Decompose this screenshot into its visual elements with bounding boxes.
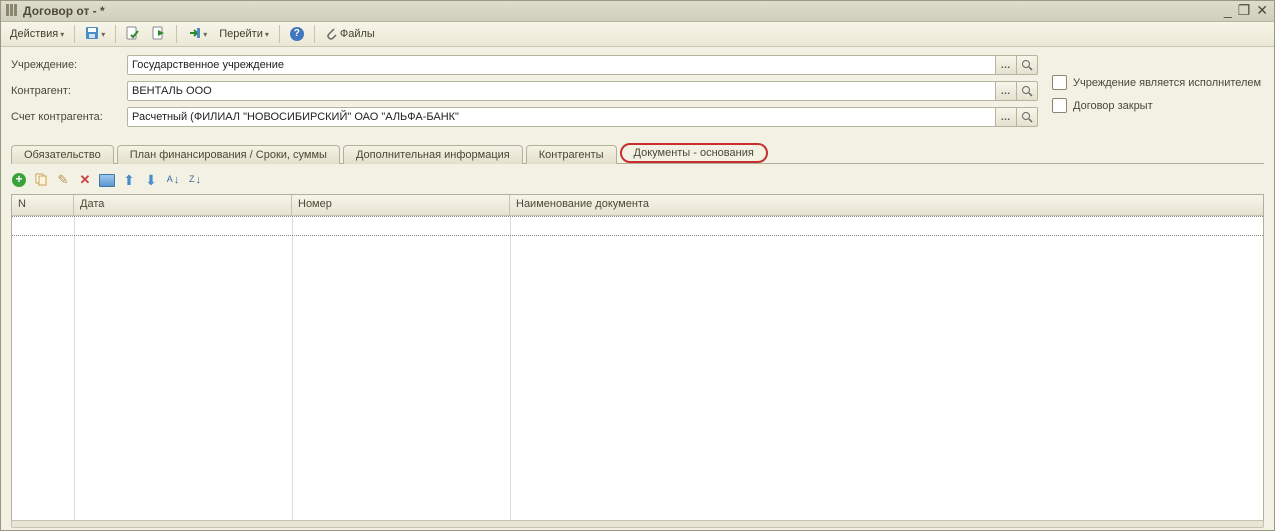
account-select-button[interactable]: …	[996, 107, 1017, 127]
institution-search-button[interactable]	[1017, 55, 1038, 75]
post-button[interactable]	[147, 23, 171, 45]
checkbox-icon	[1052, 75, 1067, 90]
counterparty-input[interactable]: ВЕНТАЛЬ ООО	[127, 81, 996, 101]
tabs: Обязательство План финансирования / Срок…	[11, 141, 1264, 164]
sort-desc-icon: Z↓	[189, 174, 201, 186]
contract-window: Договор от - * _ ❐ ✕ Действия ▾ ▾	[0, 0, 1275, 531]
new-row-placeholder[interactable]	[12, 216, 1263, 236]
counterparty-label: Контрагент:	[11, 85, 127, 97]
grid-header: N Дата Номер Наименование документа	[12, 195, 1263, 216]
account-row: Счет контрагента: Расчетный (ФИЛИАЛ "НОВ…	[11, 107, 1038, 127]
grid-body[interactable]	[12, 216, 1263, 526]
account-search-button[interactable]	[1017, 107, 1038, 127]
pencil-icon: ✎	[58, 172, 69, 188]
paperclip-icon	[325, 26, 337, 43]
document-ok-icon	[126, 26, 140, 43]
arrow-down-icon: ⬇	[145, 172, 157, 189]
edit-row-button[interactable]: ✎	[55, 172, 71, 188]
help-button[interactable]: ?	[285, 23, 309, 45]
files-label: Файлы	[340, 28, 375, 40]
go-label: Перейти	[219, 28, 263, 40]
column-number[interactable]: Номер	[292, 195, 510, 215]
magnifier-icon	[1021, 85, 1033, 97]
titlebar: Договор от - * _ ❐ ✕	[1, 1, 1274, 22]
copy-row-button[interactable]	[33, 172, 49, 188]
checkbox-icon	[1052, 98, 1067, 113]
form-area: Учреждение: Государственное учреждение ……	[1, 47, 1274, 139]
navigate-icon	[187, 26, 201, 43]
tab-finance-plan[interactable]: План финансирования / Сроки, суммы	[117, 145, 340, 164]
documents-grid: N Дата Номер Наименование документа	[11, 194, 1264, 526]
main-toolbar: Действия ▾ ▾	[1, 22, 1274, 47]
is-executor-checkbox[interactable]: Учреждение является исполнителем	[1052, 75, 1264, 90]
table-icon	[99, 174, 115, 187]
save-button[interactable]: ▾	[80, 23, 110, 45]
footer-spacer	[11, 520, 1264, 528]
chevron-down-icon: ▾	[60, 30, 64, 39]
counterparty-select-button[interactable]: …	[996, 81, 1017, 101]
chevron-down-icon: ▾	[101, 30, 105, 39]
go-menu[interactable]: Перейти ▾	[214, 23, 274, 45]
chevron-down-icon: ▾	[203, 30, 207, 39]
account-label: Счет контрагента:	[11, 111, 127, 123]
ok-button[interactable]	[121, 23, 145, 45]
tab-basis-documents[interactable]: Документы - основания	[620, 143, 768, 163]
column-n[interactable]: N	[12, 195, 74, 215]
add-row-button[interactable]: +	[11, 172, 27, 188]
maximize-button[interactable]: ❐	[1238, 3, 1251, 17]
diskette-icon	[85, 26, 99, 43]
account-input[interactable]: Расчетный (ФИЛИАЛ "НОВОСИБИРСКИЙ" ОАО "А…	[127, 107, 996, 127]
sort-asc-button[interactable]: A↓	[165, 172, 181, 188]
navigate-button[interactable]: ▾	[182, 23, 212, 45]
grid-button[interactable]	[99, 172, 115, 188]
files-button[interactable]: Файлы	[320, 23, 380, 45]
copy-icon	[34, 172, 48, 189]
sort-asc-icon: A↓	[167, 174, 180, 186]
move-up-button[interactable]: ⬆	[121, 172, 137, 188]
institution-select-button[interactable]: …	[996, 55, 1017, 75]
closed-checkbox[interactable]: Договор закрыт	[1052, 98, 1264, 113]
delete-icon: ✕	[80, 172, 91, 188]
arrow-up-icon: ⬆	[123, 172, 135, 189]
help-icon: ?	[290, 27, 304, 41]
window-title: Договор от - *	[23, 4, 105, 18]
institution-row: Учреждение: Государственное учреждение …	[11, 55, 1038, 75]
column-date[interactable]: Дата	[74, 195, 292, 215]
document-arrow-icon	[152, 26, 166, 43]
column-doc-name[interactable]: Наименование документа	[510, 195, 1263, 215]
app-icon	[5, 3, 19, 20]
actions-menu[interactable]: Действия ▾	[5, 23, 69, 45]
closed-label: Договор закрыт	[1073, 100, 1153, 112]
actions-label: Действия	[10, 28, 58, 40]
magnifier-icon	[1021, 111, 1033, 123]
counterparty-search-button[interactable]	[1017, 81, 1038, 101]
is-executor-label: Учреждение является исполнителем	[1073, 77, 1261, 89]
institution-label: Учреждение:	[11, 59, 127, 71]
delete-row-button[interactable]: ✕	[77, 172, 93, 188]
tab-additional-info[interactable]: Дополнительная информация	[343, 145, 523, 164]
move-down-button[interactable]: ⬇	[143, 172, 159, 188]
magnifier-icon	[1021, 59, 1033, 71]
tab-counterparties[interactable]: Контрагенты	[526, 145, 617, 164]
tab-obligation[interactable]: Обязательство	[11, 145, 114, 164]
chevron-down-icon: ▾	[265, 30, 269, 39]
sort-desc-button[interactable]: Z↓	[187, 172, 203, 188]
plus-circle-icon: +	[12, 173, 26, 187]
counterparty-row: Контрагент: ВЕНТАЛЬ ООО …	[11, 81, 1038, 101]
minimize-button[interactable]: _	[1224, 3, 1232, 17]
close-button[interactable]: ✕	[1256, 3, 1268, 17]
grid-toolbar: + ✎ ✕ ⬆ ⬇ A↓	[11, 170, 1264, 190]
institution-input[interactable]: Государственное учреждение	[127, 55, 996, 75]
